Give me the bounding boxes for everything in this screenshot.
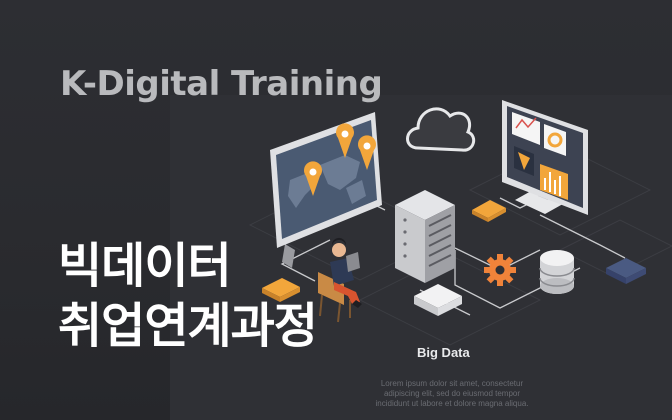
big-data-illustration	[248, 100, 672, 346]
database-icon	[539, 250, 575, 294]
gear-icon	[484, 254, 516, 286]
accent-tile	[262, 278, 300, 302]
hero-banner: K-Digital Training 빅데이터 취업연계과정 Big Data …	[0, 0, 672, 420]
placeholder-caption: Lorem ipsum dolor sit amet, consectetur …	[370, 379, 534, 409]
big-data-label: Big Data	[417, 345, 470, 360]
caption-line: adipiscing elit, sed do eiusmod tempor	[383, 389, 521, 398]
cloud-icon	[406, 107, 476, 152]
world-map-monitor-icon	[270, 112, 382, 268]
white-tile	[414, 284, 462, 316]
caption-line: Lorem ipsum dolor sit amet, consectetur	[380, 379, 524, 388]
person-with-tablet-icon	[318, 237, 362, 323]
analytics-monitor-icon	[502, 100, 588, 215]
caption-line: incididunt ut labore et dolore magna ali…	[375, 399, 529, 408]
server-rack-icon	[395, 190, 455, 283]
accent-tile	[472, 200, 506, 222]
